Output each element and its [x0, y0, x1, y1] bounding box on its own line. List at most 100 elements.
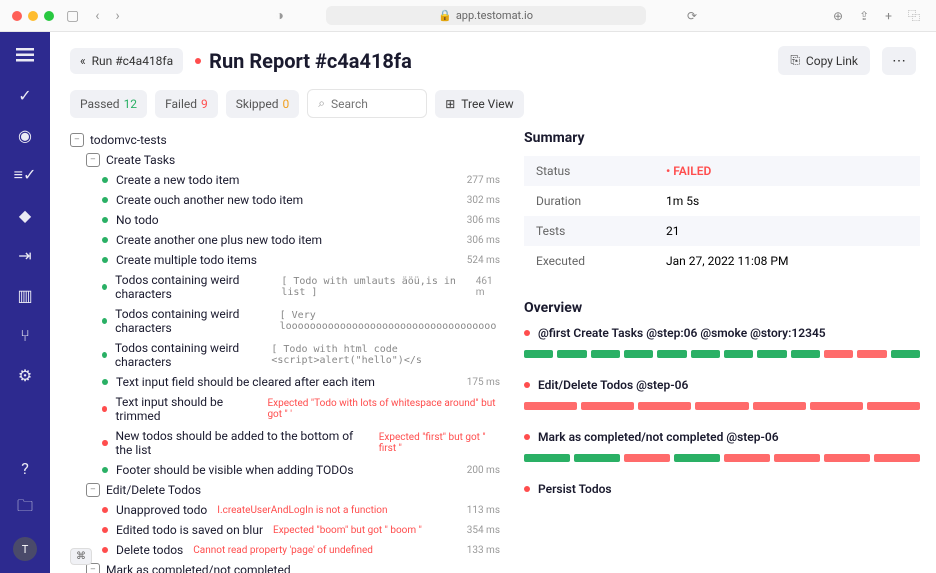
- list-icon[interactable]: ≡✓: [14, 164, 36, 186]
- new-tab-icon[interactable]: +: [881, 9, 896, 23]
- test-item[interactable]: Text input field should be cleared after…: [116, 375, 375, 389]
- overview-bar[interactable]: [591, 350, 620, 358]
- overview-title: Overview: [524, 300, 920, 316]
- status-dot-icon: [102, 217, 108, 223]
- test-item[interactable]: Text input should be trimmed: [115, 395, 257, 423]
- back-button[interactable]: « Run #c4a418fa: [70, 48, 183, 74]
- summary-label: Status: [524, 156, 654, 186]
- test-item[interactable]: Footer should be visible when adding TOD…: [116, 463, 354, 477]
- refresh-icon[interactable]: ⟳: [683, 9, 701, 23]
- download-icon[interactable]: ⊕: [829, 9, 847, 23]
- overview-bar[interactable]: [874, 454, 920, 462]
- overview-bar[interactable]: [891, 350, 920, 358]
- test-item[interactable]: No todo: [116, 213, 159, 227]
- test-item[interactable]: New todos should be added to the bottom …: [116, 429, 369, 457]
- overview-bar[interactable]: [581, 402, 634, 410]
- overview-bar[interactable]: [524, 402, 577, 410]
- more-button[interactable]: ⋯: [882, 47, 916, 75]
- copy-link-button[interactable]: ⎘ Copy Link: [778, 46, 870, 75]
- test-item[interactable]: Create ouch another new todo item: [116, 193, 303, 207]
- page-header: « Run #c4a418fa Run Report #c4a418fa ⎘ C…: [50, 32, 936, 89]
- test-item[interactable]: Edited todo is saved on blur: [116, 523, 263, 537]
- forward-icon[interactable]: ›: [111, 8, 123, 24]
- status-dot-icon: [102, 527, 108, 533]
- collapse-icon[interactable]: –: [86, 153, 100, 167]
- keyboard-shortcut-badge: ⌘: [70, 548, 92, 565]
- overview-item-label[interactable]: Mark as completed/not completed @step-06: [524, 430, 920, 444]
- overview-item-label[interactable]: Edit/Delete Todos @step-06: [524, 378, 920, 392]
- back-icon[interactable]: ‹: [91, 8, 103, 24]
- collapse-icon[interactable]: –: [70, 133, 84, 147]
- overview-item-label[interactable]: @first Create Tasks @step:06 @smoke @sto…: [524, 326, 920, 340]
- overview-bar[interactable]: [824, 454, 870, 462]
- test-item[interactable]: Todos containing weird characters: [115, 341, 264, 369]
- test-item[interactable]: Unapproved todo: [116, 503, 207, 517]
- tree-root[interactable]: todomvc-tests: [90, 133, 167, 147]
- sidebar-toggle-icon[interactable]: ▢: [62, 8, 83, 24]
- summary-title: Summary: [524, 130, 920, 146]
- overview-bar[interactable]: [857, 350, 886, 358]
- window-controls[interactable]: [12, 11, 54, 21]
- chart-icon[interactable]: ▥: [14, 284, 36, 306]
- maximize-window-icon[interactable]: [44, 11, 54, 21]
- shield-icon[interactable]: ◑: [272, 7, 288, 24]
- overview-bar[interactable]: [867, 402, 920, 410]
- lock-icon: 🔒: [438, 9, 452, 22]
- overview-bar[interactable]: [674, 454, 720, 462]
- test-item[interactable]: Delete todos: [116, 543, 183, 557]
- search-field[interactable]: [331, 97, 416, 111]
- check-icon[interactable]: ✓: [14, 84, 36, 106]
- overview-bar[interactable]: [638, 402, 691, 410]
- overview-bar[interactable]: [557, 350, 586, 358]
- overview-bar[interactable]: [695, 402, 748, 410]
- collapse-icon[interactable]: –: [86, 483, 100, 497]
- tree-group[interactable]: Mark as completed/not completed: [106, 563, 291, 573]
- overview-bar[interactable]: [524, 454, 570, 462]
- play-icon[interactable]: ◉: [14, 124, 36, 146]
- tree-group[interactable]: Create Tasks: [106, 153, 175, 167]
- filter-failed[interactable]: Failed 9: [155, 90, 218, 118]
- share-icon[interactable]: ⇪: [855, 9, 873, 23]
- overview-bar[interactable]: [657, 350, 686, 358]
- test-item[interactable]: Create another one plus new todo item: [116, 233, 322, 247]
- layers-icon[interactable]: ◆: [14, 204, 36, 226]
- test-duration: 354 ms: [459, 525, 500, 536]
- overview-bar[interactable]: [624, 454, 670, 462]
- overview-bar[interactable]: [753, 402, 806, 410]
- close-window-icon[interactable]: [12, 11, 22, 21]
- overview-bar[interactable]: [757, 350, 786, 358]
- gear-icon[interactable]: ⚙: [14, 364, 36, 386]
- test-item[interactable]: Create multiple todo items: [116, 253, 257, 267]
- test-item[interactable]: Todos containing weird characters: [115, 273, 273, 301]
- url-bar[interactable]: 🔒app.testomat.io: [296, 6, 675, 25]
- folder-icon[interactable]: 🗀: [14, 497, 36, 519]
- summary-value: Jan 27, 2022 11:08 PM: [654, 246, 920, 276]
- overview-bar[interactable]: [524, 350, 553, 358]
- avatar[interactable]: T: [13, 537, 37, 561]
- search-input[interactable]: ⌕: [307, 89, 427, 118]
- overview-list: @first Create Tasks @step:06 @smoke @sto…: [524, 326, 920, 496]
- tree-view-button[interactable]: ⊞ Tree View: [435, 90, 523, 118]
- test-item[interactable]: Todos containing weird characters: [115, 307, 272, 335]
- test-item[interactable]: Create a new todo item: [116, 173, 239, 187]
- menu-icon[interactable]: [14, 44, 36, 66]
- overview-bar[interactable]: [624, 350, 653, 358]
- filter-passed[interactable]: Passed 12: [70, 90, 147, 118]
- overview-bar[interactable]: [574, 454, 620, 462]
- overview-bar[interactable]: [824, 350, 853, 358]
- tree-icon: ⊞: [445, 97, 455, 111]
- minimize-window-icon[interactable]: [28, 11, 38, 21]
- filter-skipped[interactable]: Skipped 0: [226, 90, 299, 118]
- overview-bar[interactable]: [691, 350, 720, 358]
- overview-bar[interactable]: [774, 454, 820, 462]
- overview-bar[interactable]: [724, 350, 753, 358]
- tree-group[interactable]: Edit/Delete Todos: [106, 483, 201, 497]
- overview-bar[interactable]: [791, 350, 820, 358]
- overview-item-label[interactable]: Persist Todos: [524, 482, 920, 496]
- branch-icon[interactable]: ⑂: [14, 324, 36, 346]
- overview-bar[interactable]: [724, 454, 770, 462]
- help-icon[interactable]: ?: [14, 457, 36, 479]
- overview-bar[interactable]: [810, 402, 863, 410]
- import-icon[interactable]: ⇥: [14, 244, 36, 266]
- tabs-icon[interactable]: ⿻: [904, 7, 924, 24]
